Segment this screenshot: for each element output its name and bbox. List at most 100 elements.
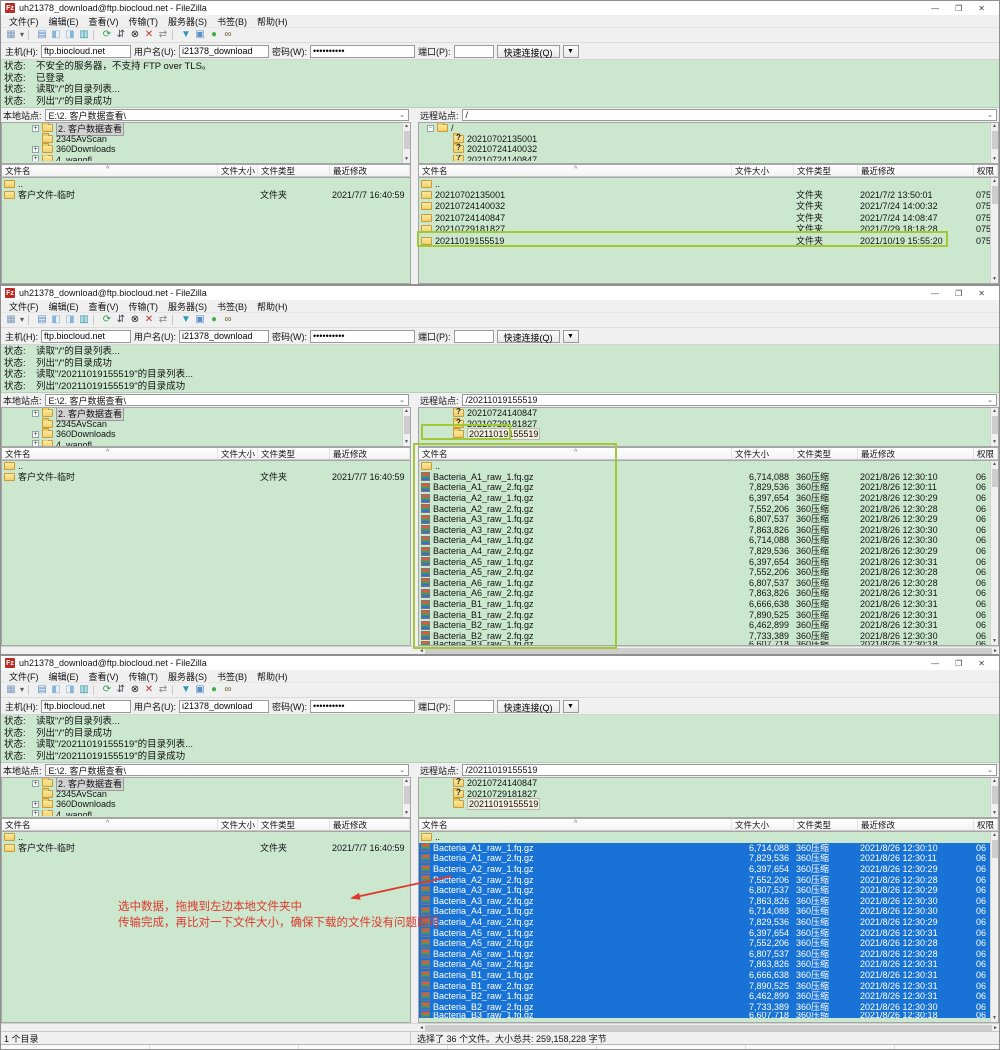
cancel-icon[interactable]: ⊗ xyxy=(128,28,142,42)
Bacteria_A5_raw_1.fq.gz[interactable]: Bacteria_A5_raw_1.fq.gz6,397,654360压缩202… xyxy=(419,927,998,938)
remote-tree-scrollbar[interactable]: ▲▼ xyxy=(990,408,998,446)
sync-dot-icon[interactable]: ● xyxy=(207,28,221,42)
remote-file-list[interactable]: ▲▼ ..Bacteria_A1_raw_1.fq.gz6,714,088360… xyxy=(418,460,999,646)
menu-item[interactable]: 查看(V) xyxy=(84,670,124,683)
username-input[interactable] xyxy=(179,700,269,713)
compare-icon[interactable]: ▣ xyxy=(193,313,207,327)
..[interactable]: .. xyxy=(2,461,410,472)
local-file-list[interactable]: ..客户文件-临时文件夹2021/7/7 16:40:59 xyxy=(1,177,411,284)
process-queue-icon[interactable]: ⇵ xyxy=(114,683,128,697)
Bacteria_A4_raw_1.fq.gz[interactable]: Bacteria_A4_raw_1.fq.gz6,714,088360压缩202… xyxy=(419,535,998,546)
menu-item[interactable]: 服务器(S) xyxy=(163,15,212,28)
host-input[interactable] xyxy=(41,700,131,713)
refresh-icon[interactable]: ⟳ xyxy=(100,683,114,697)
local-list-header[interactable]: ^ 文件名文件大小文件类型最近修改 xyxy=(1,447,411,460)
site-manager-icon[interactable]: ▦ xyxy=(4,313,18,327)
remote-tree[interactable]: ▲▼ ?20210724140847?20210729181827?202110… xyxy=(418,407,999,447)
menu-item[interactable]: 编辑(E) xyxy=(44,670,84,683)
port-input[interactable] xyxy=(454,330,494,343)
Bacteria_A3_raw_1.fq.gz[interactable]: Bacteria_A3_raw_1.fq.gz6,807,537360压缩202… xyxy=(419,514,998,525)
menu-item[interactable]: 服务器(S) xyxy=(163,300,212,313)
menu-item[interactable]: 帮助(H) xyxy=(252,670,293,683)
expand-toggle-icon[interactable]: + xyxy=(32,410,39,417)
local-tree[interactable]: ▲▼ +?2. 客户数据查看?2345AvScan+?360Downloads+… xyxy=(1,122,411,164)
column-header[interactable]: 最近修改 xyxy=(330,819,410,830)
combo-caret-icon[interactable]: ⌄ xyxy=(987,766,993,774)
column-header[interactable]: 最近修改 xyxy=(858,819,974,830)
menu-item[interactable]: 查看(V) xyxy=(84,15,124,28)
remote-path-combobox[interactable]: /20211019155519⌄ xyxy=(462,764,997,776)
Bacteria_B2_raw_1.fq.gz[interactable]: Bacteria_B2_raw_1.fq.gz6,462,899360压缩202… xyxy=(419,991,998,1002)
Bacteria_B1_raw_2.fq.gz[interactable]: Bacteria_B1_raw_2.fq.gz7,890,525360压缩202… xyxy=(419,609,998,620)
menu-item[interactable]: 书签(B) xyxy=(212,300,252,313)
close-button[interactable]: ✕ xyxy=(978,4,985,13)
filter-icon[interactable]: ▼ xyxy=(179,683,193,697)
客户文件-临时[interactable]: 客户文件-临时文件夹2021/7/7 16:40:59 xyxy=(2,843,410,854)
site-manager-caret-icon[interactable]: ▾ xyxy=(18,28,26,42)
remote-tree[interactable]: ▲▼ -?/?20210702135001?20210724140032?202… xyxy=(418,122,999,164)
disconnect-icon[interactable]: ✕ xyxy=(142,683,156,697)
sync-browsing-icon[interactable]: ⇄ xyxy=(156,683,170,697)
Bacteria_A4_raw_2.fq.gz[interactable]: Bacteria_A4_raw_2.fq.gz7,829,536360压缩202… xyxy=(419,546,998,557)
menu-item[interactable]: 书签(B) xyxy=(212,670,252,683)
Bacteria_B1_raw_1.fq.gz[interactable]: Bacteria_B1_raw_1.fq.gz6,666,638360压缩202… xyxy=(419,599,998,610)
toggle-log-icon[interactable]: ▤ xyxy=(35,28,49,42)
remote-path-combobox[interactable]: /20211019155519⌄ xyxy=(462,394,997,406)
remote-file-list[interactable]: ▲▼ ..Bacteria_A1_raw_1.fq.gz6,714,088360… xyxy=(418,831,999,1023)
quickconnect-dropdown-icon[interactable]: ▼ xyxy=(563,700,579,713)
toggle-queue-icon[interactable]: ▥ xyxy=(77,313,91,327)
Bacteria_A1_raw_2.fq.gz[interactable]: Bacteria_A1_raw_2.fq.gz7,829,536360压缩202… xyxy=(419,853,998,864)
local-list-header[interactable]: ^ 文件名文件大小文件类型最近修改 xyxy=(1,164,411,177)
Bacteria_B2_raw_2.fq.gz[interactable]: Bacteria_B2_raw_2.fq.gz7,733,389360压缩202… xyxy=(419,1002,998,1013)
local-list-header[interactable]: ^ 文件名文件大小文件类型最近修改 xyxy=(1,818,411,831)
column-header[interactable]: 最近修改 xyxy=(858,448,974,459)
minimize-button[interactable]: — xyxy=(931,659,939,668)
column-header[interactable]: 权限 xyxy=(974,819,998,830)
Bacteria_A2_raw_2.fq.gz[interactable]: Bacteria_A2_raw_2.fq.gz7,552,206360压缩202… xyxy=(419,874,998,885)
Bacteria_A1_raw_1.fq.gz[interactable]: Bacteria_A1_raw_1.fq.gz6,714,088360压缩202… xyxy=(419,843,998,854)
toggle-remote-tree-icon[interactable]: ◨ xyxy=(63,313,77,327)
column-header[interactable]: 最近修改 xyxy=(330,165,410,176)
column-header[interactable]: 文件大小 xyxy=(732,165,794,176)
site-manager-caret-icon[interactable]: ▾ xyxy=(18,683,26,697)
local-tree-scrollbar[interactable]: ▲▼ xyxy=(402,778,410,817)
password-input[interactable] xyxy=(310,45,415,58)
local-tree-scrollbar[interactable]: ▲▼ xyxy=(402,123,410,163)
local-file-list[interactable]: ..客户文件-临时文件夹2021/7/7 16:40:59 xyxy=(1,831,411,1023)
20210724140847[interactable]: 20210724140847文件夹2021/7/24 14:08:470755 xyxy=(419,212,998,223)
cancel-icon[interactable]: ⊗ xyxy=(128,683,142,697)
password-input[interactable] xyxy=(310,330,415,343)
expand-toggle-icon[interactable]: + xyxy=(32,810,39,816)
scroll-right-icon[interactable]: ► xyxy=(993,1025,998,1031)
maximize-button[interactable]: ❐ xyxy=(955,659,962,668)
column-header[interactable]: 文件名 xyxy=(2,165,218,176)
column-header[interactable]: 权限 xyxy=(974,165,998,176)
sync-dot-icon[interactable]: ● xyxy=(207,683,221,697)
toggle-queue-icon[interactable]: ▥ xyxy=(77,683,91,697)
remote-list-scrollbar[interactable]: ▲▼ xyxy=(990,461,998,645)
sync-dot-icon[interactable]: ● xyxy=(207,313,221,327)
20211019155519[interactable]: 20211019155519文件夹2021/10/19 15:55:200755 xyxy=(419,235,998,246)
scroll-left-icon[interactable]: ◄ xyxy=(419,648,424,654)
tree-item[interactable]: +?360Downloads xyxy=(2,799,410,810)
..[interactable]: .. xyxy=(2,832,410,843)
tree-item[interactable]: +?4. wanofl xyxy=(2,155,410,161)
compare-icon[interactable]: ▣ xyxy=(193,28,207,42)
horizontal-scrollbar[interactable]: ◄► xyxy=(1,1023,999,1031)
Bacteria_A4_raw_1.fq.gz[interactable]: Bacteria_A4_raw_1.fq.gz6,714,088360压缩202… xyxy=(419,906,998,917)
local-tree[interactable]: ▲▼ +?2. 客户数据查看?2345AvScan+?360Downloads+… xyxy=(1,777,411,818)
menu-item[interactable]: 帮助(H) xyxy=(252,15,293,28)
quickconnect-dropdown-icon[interactable]: ▼ xyxy=(563,45,579,58)
toggle-local-tree-icon[interactable]: ◧ xyxy=(49,28,63,42)
username-input[interactable] xyxy=(179,330,269,343)
local-path-combobox[interactable]: E:\2. 客户数据查看\⌄ xyxy=(45,764,409,776)
expand-toggle-icon[interactable]: - xyxy=(427,125,434,132)
refresh-icon[interactable]: ⟳ xyxy=(100,313,114,327)
combo-caret-icon[interactable]: ⌄ xyxy=(399,766,405,774)
refresh-icon[interactable]: ⟳ xyxy=(100,28,114,42)
expand-toggle-icon[interactable]: + xyxy=(32,431,39,438)
find-files-icon[interactable]: ∞ xyxy=(221,683,235,697)
remote-file-list[interactable]: ▲▼ ..20210702135001文件夹2021/7/2 13:50:010… xyxy=(418,177,999,284)
column-header[interactable]: 文件大小 xyxy=(218,448,258,459)
menu-item[interactable]: 传输(T) xyxy=(124,300,164,313)
